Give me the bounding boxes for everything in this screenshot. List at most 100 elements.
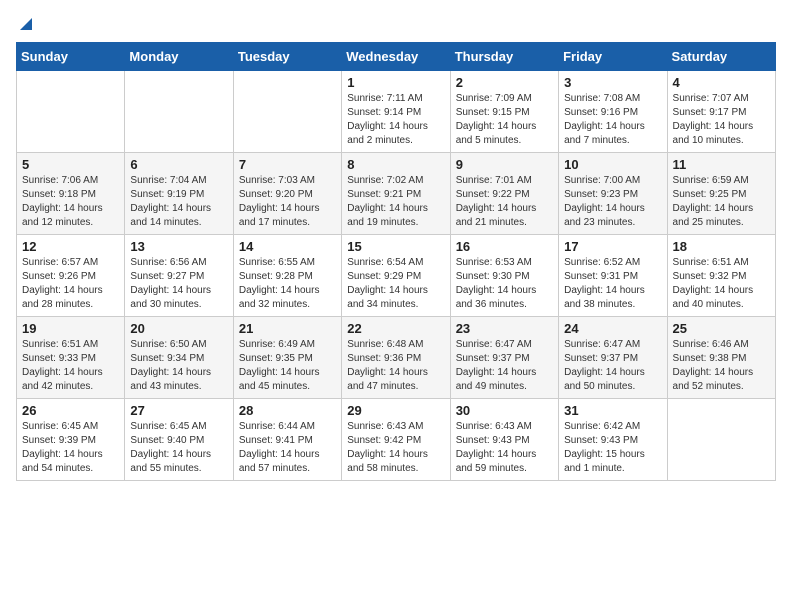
day-number: 27 <box>130 403 227 418</box>
day-number: 24 <box>564 321 661 336</box>
calendar-week-row: 1 Sunrise: 7:11 AMSunset: 9:14 PMDaylight… <box>17 71 776 153</box>
weekday-header: Friday <box>559 43 667 71</box>
calendar-cell: 8 Sunrise: 7:02 AMSunset: 9:21 PMDaylight… <box>342 153 450 235</box>
day-number: 23 <box>456 321 553 336</box>
calendar-cell: 4Sunrise: 7:07 AMSunset: 9:17 PMDaylight… <box>667 71 775 153</box>
day-info: Sunrise: 6:42 AMSunset: 9:43 PMDaylight:… <box>564 420 661 476</box>
day-number: 16 <box>456 239 553 254</box>
calendar-cell: 11 Sunrise: 6:59 AMSunset: 9:25 PMDayligh… <box>667 153 775 235</box>
calendar-cell: 31Sunrise: 6:42 AMSunset: 9:43 PMDayligh… <box>559 399 667 481</box>
day-number: 19 <box>22 321 119 336</box>
calendar-cell: 13Sunrise: 6:56 AMSunset: 9:27 PMDayligh… <box>125 235 233 317</box>
calendar-cell: 5 Sunrise: 7:06 AMSunset: 9:18 PMDaylight… <box>17 153 125 235</box>
calendar-cell: 2 Sunrise: 7:09 AMSunset: 9:15 PMDaylight… <box>450 71 558 153</box>
day-number: 12 <box>22 239 119 254</box>
day-info: Sunrise: 6:51 AMSunset: 9:32 PMDaylight:… <box>673 256 770 312</box>
day-info: Sunrise: 6:48 AMSunset: 9:36 PMDaylight:… <box>347 338 444 394</box>
calendar-cell: 18 Sunrise: 6:51 AMSunset: 9:32 PMDayligh… <box>667 235 775 317</box>
day-info: Sunrise: 6:47 AMSunset: 9:37 PMDaylight:… <box>456 338 553 394</box>
calendar-cell: 22 Sunrise: 6:48 AMSunset: 9:36 PMDayligh… <box>342 317 450 399</box>
day-info: Sunrise: 6:46 AMSunset: 9:38 PMDaylight:… <box>673 338 770 394</box>
day-number: 3 <box>564 75 661 90</box>
calendar-cell: 14 Sunrise: 6:55 AMSunset: 9:28 PMDayligh… <box>233 235 341 317</box>
day-info: Sunrise: 6:51 AMSunset: 9:33 PMDaylight:… <box>22 338 119 394</box>
day-info: Sunrise: 6:52 AMSunset: 9:31 PMDaylight:… <box>564 256 661 312</box>
calendar-week-row: 12 Sunrise: 6:57 AMSunset: 9:26 PMDayligh… <box>17 235 776 317</box>
day-info: Sunrise: 6:45 AMSunset: 9:39 PMDaylight:… <box>22 420 119 476</box>
calendar-cell: 9Sunrise: 7:01 AMSunset: 9:22 PMDaylight… <box>450 153 558 235</box>
day-info: Sunrise: 7:09 AMSunset: 9:15 PMDaylight:… <box>456 92 553 148</box>
day-number: 28 <box>239 403 336 418</box>
day-number: 25 <box>673 321 770 336</box>
day-info: Sunrise: 7:01 AMSunset: 9:22 PMDaylight:… <box>456 174 553 230</box>
calendar-cell <box>667 399 775 481</box>
calendar-table: SundayMondayTuesdayWednesdayThursdayFrid… <box>16 42 776 481</box>
day-number: 6 <box>130 157 227 172</box>
calendar-cell: 27Sunrise: 6:45 AMSunset: 9:40 PMDayligh… <box>125 399 233 481</box>
calendar-cell: 3 Sunrise: 7:08 AMSunset: 9:16 PMDaylight… <box>559 71 667 153</box>
day-number: 2 <box>456 75 553 90</box>
calendar-cell: 26 Sunrise: 6:45 AMSunset: 9:39 PMDayligh… <box>17 399 125 481</box>
day-info: Sunrise: 6:53 AMSunset: 9:30 PMDaylight:… <box>456 256 553 312</box>
day-info: Sunrise: 7:11 AMSunset: 9:14 PMDaylight:… <box>347 92 444 148</box>
weekday-header: Sunday <box>17 43 125 71</box>
calendar-header-row: SundayMondayTuesdayWednesdayThursdayFrid… <box>17 43 776 71</box>
day-info: Sunrise: 7:00 AMSunset: 9:23 PMDaylight:… <box>564 174 661 230</box>
day-info: Sunrise: 6:47 AMSunset: 9:37 PMDaylight:… <box>564 338 661 394</box>
day-info: Sunrise: 6:54 AMSunset: 9:29 PMDaylight:… <box>347 256 444 312</box>
calendar-cell: 25 Sunrise: 6:46 AMSunset: 9:38 PMDayligh… <box>667 317 775 399</box>
day-info: Sunrise: 6:55 AMSunset: 9:28 PMDaylight:… <box>239 256 336 312</box>
day-number: 14 <box>239 239 336 254</box>
calendar-cell: 30 Sunrise: 6:43 AMSunset: 9:43 PMDayligh… <box>450 399 558 481</box>
day-info: Sunrise: 6:43 AMSunset: 9:43 PMDaylight:… <box>456 420 553 476</box>
day-number: 15 <box>347 239 444 254</box>
day-number: 29 <box>347 403 444 418</box>
calendar-cell: 20Sunrise: 6:50 AMSunset: 9:34 PMDayligh… <box>125 317 233 399</box>
day-info: Sunrise: 6:49 AMSunset: 9:35 PMDaylight:… <box>239 338 336 394</box>
day-number: 5 <box>22 157 119 172</box>
calendar-cell: 16 Sunrise: 6:53 AMSunset: 9:30 PMDayligh… <box>450 235 558 317</box>
calendar-cell <box>125 71 233 153</box>
day-info: Sunrise: 7:02 AMSunset: 9:21 PMDaylight:… <box>347 174 444 230</box>
day-number: 30 <box>456 403 553 418</box>
day-number: 22 <box>347 321 444 336</box>
day-info: Sunrise: 7:08 AMSunset: 9:16 PMDaylight:… <box>564 92 661 148</box>
day-number: 18 <box>673 239 770 254</box>
calendar-cell: 19 Sunrise: 6:51 AMSunset: 9:33 PMDayligh… <box>17 317 125 399</box>
day-number: 21 <box>239 321 336 336</box>
weekday-header: Thursday <box>450 43 558 71</box>
calendar-week-row: 19 Sunrise: 6:51 AMSunset: 9:33 PMDayligh… <box>17 317 776 399</box>
day-number: 1 <box>347 75 444 90</box>
day-info: Sunrise: 6:50 AMSunset: 9:34 PMDaylight:… <box>130 338 227 394</box>
day-number: 13 <box>130 239 227 254</box>
day-number: 17 <box>564 239 661 254</box>
calendar-cell: 10 Sunrise: 7:00 AMSunset: 9:23 PMDayligh… <box>559 153 667 235</box>
calendar-week-row: 26 Sunrise: 6:45 AMSunset: 9:39 PMDayligh… <box>17 399 776 481</box>
day-info: Sunrise: 7:06 AMSunset: 9:18 PMDaylight:… <box>22 174 119 230</box>
day-number: 11 <box>673 157 770 172</box>
calendar-week-row: 5 Sunrise: 7:06 AMSunset: 9:18 PMDaylight… <box>17 153 776 235</box>
day-number: 8 <box>347 157 444 172</box>
calendar-cell: 15 Sunrise: 6:54 AMSunset: 9:29 PMDayligh… <box>342 235 450 317</box>
calendar-cell: 24 Sunrise: 6:47 AMSunset: 9:37 PMDayligh… <box>559 317 667 399</box>
weekday-header: Monday <box>125 43 233 71</box>
logo-triangle-icon <box>18 16 34 32</box>
day-number: 10 <box>564 157 661 172</box>
day-info: Sunrise: 6:44 AMSunset: 9:41 PMDaylight:… <box>239 420 336 476</box>
day-number: 26 <box>22 403 119 418</box>
day-info: Sunrise: 6:59 AMSunset: 9:25 PMDaylight:… <box>673 174 770 230</box>
calendar-cell <box>17 71 125 153</box>
day-number: 7 <box>239 157 336 172</box>
logo-block <box>16 16 34 32</box>
weekday-header: Tuesday <box>233 43 341 71</box>
calendar-cell: 29Sunrise: 6:43 AMSunset: 9:42 PMDayligh… <box>342 399 450 481</box>
page-header <box>16 16 776 32</box>
day-info: Sunrise: 7:04 AMSunset: 9:19 PMDaylight:… <box>130 174 227 230</box>
weekday-header: Wednesday <box>342 43 450 71</box>
calendar-cell: 23 Sunrise: 6:47 AMSunset: 9:37 PMDayligh… <box>450 317 558 399</box>
day-info: Sunrise: 6:57 AMSunset: 9:26 PMDaylight:… <box>22 256 119 312</box>
calendar-cell: 17 Sunrise: 6:52 AMSunset: 9:31 PMDayligh… <box>559 235 667 317</box>
logo <box>16 16 34 32</box>
calendar-cell: 6 Sunrise: 7:04 AMSunset: 9:19 PMDaylight… <box>125 153 233 235</box>
calendar-cell: 1 Sunrise: 7:11 AMSunset: 9:14 PMDaylight… <box>342 71 450 153</box>
